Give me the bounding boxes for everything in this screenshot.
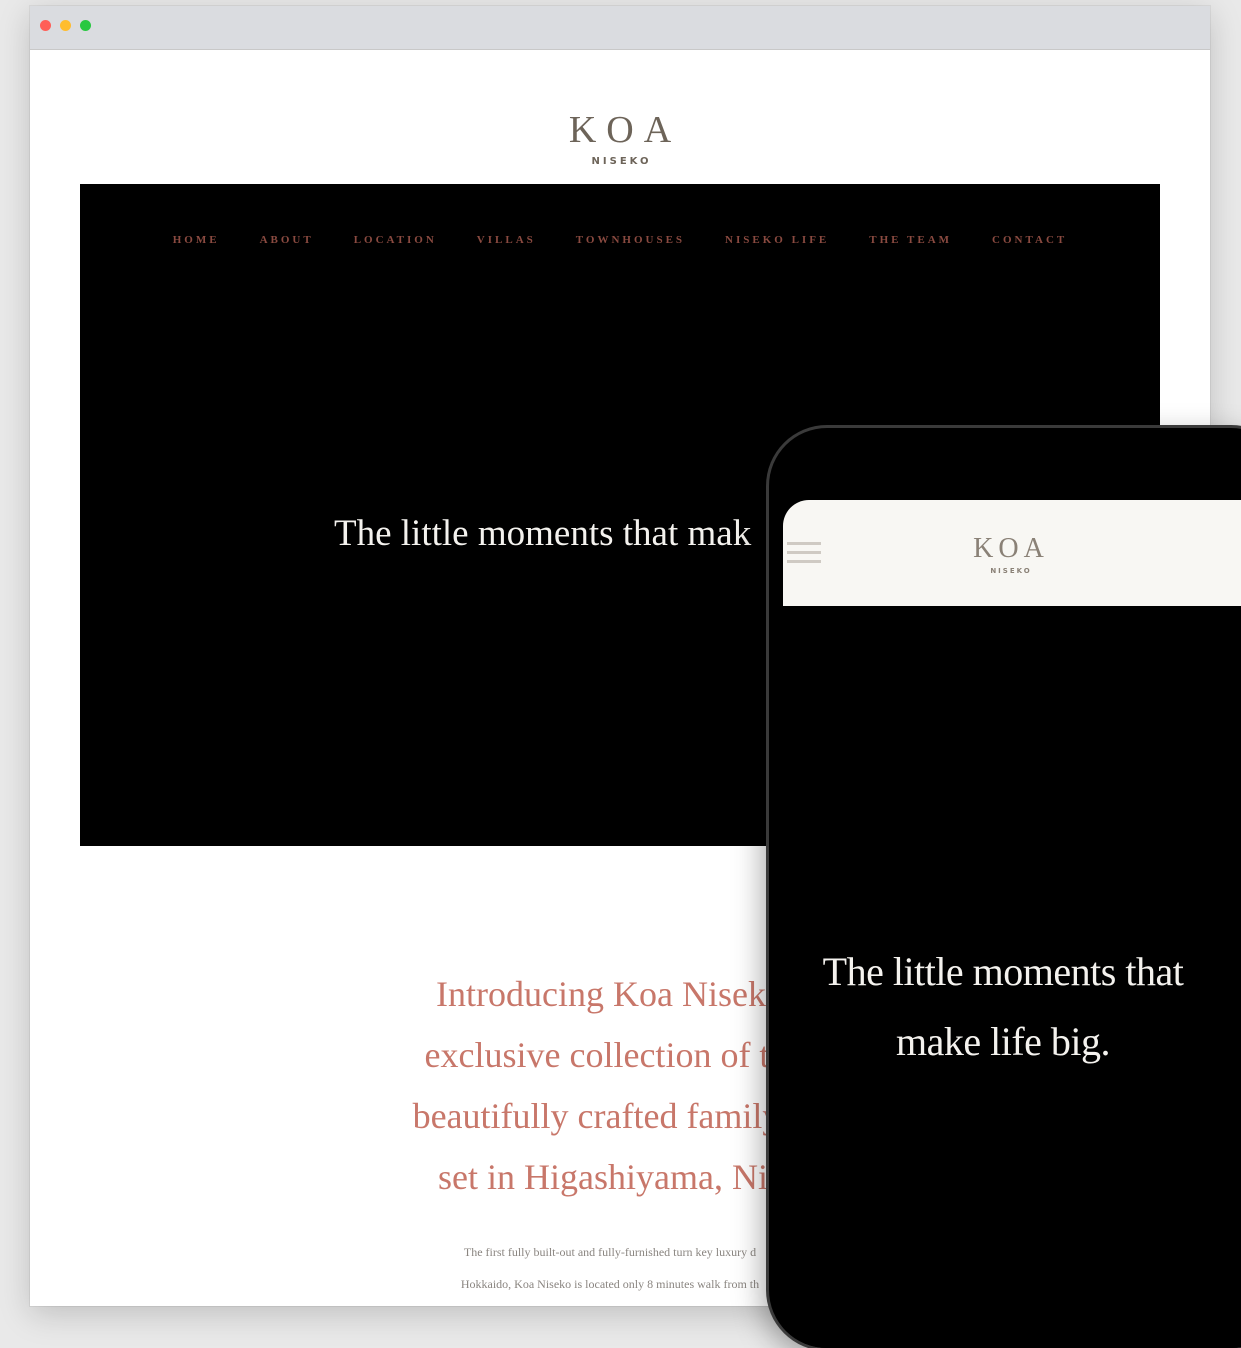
phone-hero-headline: The little moments that make life big. xyxy=(783,937,1223,1077)
site-logo-subtitle: NISEKO xyxy=(591,156,652,167)
nav-item-about[interactable]: ABOUT xyxy=(260,233,314,247)
hero-headline: The little moments that mak xyxy=(334,513,752,554)
phone-hero-line: The little moments that xyxy=(822,949,1184,994)
nav-item-contact[interactable]: CONTACT xyxy=(992,233,1067,247)
browser-titlebar xyxy=(30,6,1210,50)
phone-logo-main: KOA xyxy=(973,533,1049,564)
hamburger-icon[interactable] xyxy=(787,540,823,566)
nav-item-villas[interactable]: VILLAS xyxy=(477,233,536,247)
main-nav: HOME ABOUT LOCATION VILLAS TOWNHOUSES NI… xyxy=(80,233,1160,247)
phone-mockup: KOA NISEKO The little moments that make … xyxy=(769,428,1241,1348)
site-logo[interactable]: KOA xyxy=(30,110,1210,150)
nav-item-niseko-life[interactable]: NISEKO LIFE xyxy=(725,233,829,247)
nav-item-location[interactable]: LOCATION xyxy=(354,233,437,247)
phone-screen: KOA NISEKO The little moments that make … xyxy=(783,500,1241,1348)
phone-hero-line: make life big. xyxy=(895,1019,1111,1064)
phone-header: KOA NISEKO xyxy=(783,500,1241,606)
phone-logo-subtitle: NISEKO xyxy=(990,567,1032,575)
nav-item-the-team[interactable]: THE TEAM xyxy=(869,233,952,247)
nav-item-home[interactable]: HOME xyxy=(173,233,220,247)
close-dot-icon[interactable] xyxy=(40,20,51,31)
phone-logo[interactable]: KOA NISEKO xyxy=(966,534,1056,576)
minimize-dot-icon[interactable] xyxy=(60,20,71,31)
zoom-dot-icon[interactable] xyxy=(80,20,91,31)
nav-item-townhouses[interactable]: TOWNHOUSES xyxy=(576,233,685,247)
